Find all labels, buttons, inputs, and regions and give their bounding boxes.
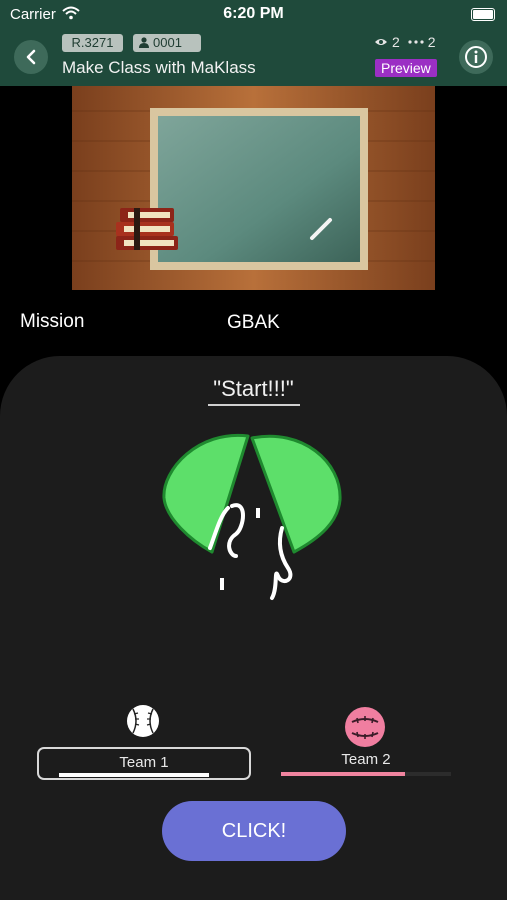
battery-icon <box>471 8 495 21</box>
room-counts: 2 2 <box>374 34 436 50</box>
views-count: 2 <box>392 34 400 50</box>
click-button[interactable]: CLICK! <box>162 801 346 861</box>
participants-count: 2 <box>427 34 436 50</box>
dots-icon <box>408 40 424 44</box>
app-header: R.3271 0001 Make Class with MaKlass 2 2 … <box>0 28 507 86</box>
page-title: Make Class with MaKlass <box>62 58 256 77</box>
info-button[interactable] <box>459 40 493 74</box>
team1-progress-bar <box>59 773 209 777</box>
room-tag: R.3271 <box>62 34 123 52</box>
start-underline <box>208 404 300 406</box>
classroom-image <box>72 86 435 290</box>
mission-value: GBAK <box>227 312 280 333</box>
baseball-icon <box>127 705 159 737</box>
status-bar: Carrier 6:20 PM <box>0 0 507 28</box>
back-chevron-icon <box>26 49 36 65</box>
info-icon <box>465 46 487 68</box>
pink-ball-icon <box>345 707 385 747</box>
books-icon <box>116 208 178 250</box>
mission-label: Mission <box>20 311 85 332</box>
back-button[interactable] <box>14 40 48 74</box>
classroom-illustration <box>72 86 435 290</box>
fortune-cookie[interactable] <box>150 420 360 610</box>
eye-icon <box>375 39 387 45</box>
team2-label: Team 2 <box>341 751 391 768</box>
preview-badge[interactable]: Preview <box>375 59 437 77</box>
team2-progress-track <box>281 772 451 776</box>
person-icon <box>139 37 149 48</box>
team1-label: Team 1 <box>119 754 169 771</box>
start-text: "Start!!!" <box>213 376 294 401</box>
team2-progress-bar <box>281 772 406 776</box>
user-tag: 0001 <box>133 34 201 52</box>
user-tag-value: 0001 <box>153 35 182 50</box>
clock: 6:20 PM <box>223 5 284 22</box>
